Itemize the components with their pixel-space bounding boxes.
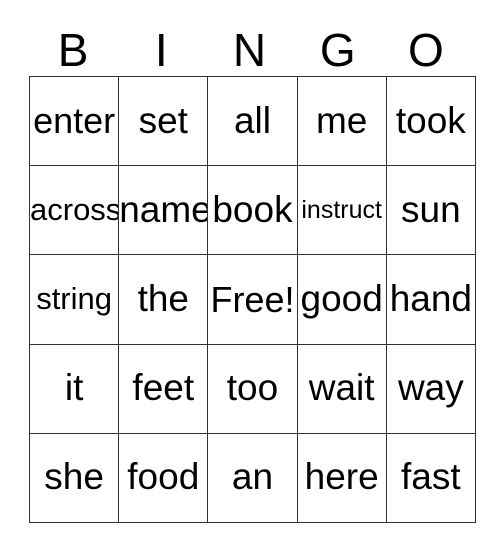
bingo-cell-label: me [315,99,368,141]
bingo-cell-label: it [64,367,84,409]
bingo-cell-label: feet [132,367,195,409]
bingo-cell-label: way [397,367,464,409]
bingo-cell[interactable]: too [207,343,298,434]
bingo-cell-label: book [212,188,293,230]
bingo-cell-label: set [138,99,188,141]
bingo-row: string the Free! good hand [28,254,476,345]
bingo-cell[interactable]: fast [385,432,476,523]
bingo-header-letter-i: I [154,24,168,76]
bingo-cell-label: Free! [210,278,295,320]
bingo-cell[interactable]: took [385,75,476,167]
bingo-cell-label: all [233,99,271,141]
bingo-cell[interactable]: here [296,432,387,523]
bingo-cell[interactable]: set [118,75,209,167]
bingo-header-letter-o: O [408,24,444,76]
bingo-cell[interactable]: good [296,254,387,345]
bingo-cell-label: she [44,456,104,498]
bingo-cell-label: hand [389,278,472,320]
bingo-cell[interactable]: instruct [296,165,387,256]
bingo-cell-free[interactable]: Free! [207,254,298,345]
bingo-cell-label: fast [401,456,461,498]
bingo-cell[interactable]: way [385,343,476,434]
bingo-cell-label: string [36,281,112,317]
bingo-cell-label: here [304,456,379,498]
bingo-header-letter-g: G [319,24,356,76]
bingo-cell-label: took [395,99,466,141]
bingo-cell[interactable]: it [28,343,120,434]
bingo-cell-label: name [119,188,208,230]
bingo-cell-label: too [226,367,279,409]
bingo-cell[interactable]: the [118,254,209,345]
bingo-cell[interactable]: string [28,254,120,345]
bingo-cell[interactable]: book [207,165,298,256]
bingo-header-letter-b: B [57,24,89,76]
bingo-cell[interactable]: wait [296,343,387,434]
bingo-cell-label: an [231,456,274,498]
bingo-cell[interactable]: me [296,75,387,167]
bingo-card: B I N G O enter set all me took across n… [28,24,476,523]
bingo-header-letter-n: N [232,24,267,76]
bingo-row: it feet too wait way [28,343,476,434]
bingo-row: across name book instruct sun [28,165,476,256]
bingo-cell-label: wait [308,367,375,409]
bingo-row: she food an here fast [28,432,476,523]
bingo-cell[interactable]: name [118,165,209,256]
bingo-cell[interactable]: all [207,75,298,167]
bingo-cell[interactable]: across [28,165,120,256]
bingo-cell[interactable]: an [207,432,298,523]
bingo-cell-label: the [137,278,189,320]
bingo-header: B I N G O [29,24,470,76]
bingo-cell[interactable]: she [28,432,120,523]
bingo-cell[interactable]: enter [28,75,120,167]
bingo-cell[interactable]: feet [118,343,209,434]
bingo-cell-label: good [300,278,383,320]
bingo-row: enter set all me took [28,75,476,167]
bingo-cell[interactable]: sun [385,165,476,256]
bingo-cell-label: sun [401,188,461,230]
bingo-cell-label: across [30,192,119,227]
bingo-cell-label: enter [33,100,116,142]
bingo-cell-label: food [127,456,200,498]
bingo-cell-label: instruct [301,196,382,225]
bingo-cell[interactable]: food [118,432,209,523]
bingo-grid: enter set all me took across name book i… [28,75,476,523]
bingo-cell[interactable]: hand [385,254,476,345]
